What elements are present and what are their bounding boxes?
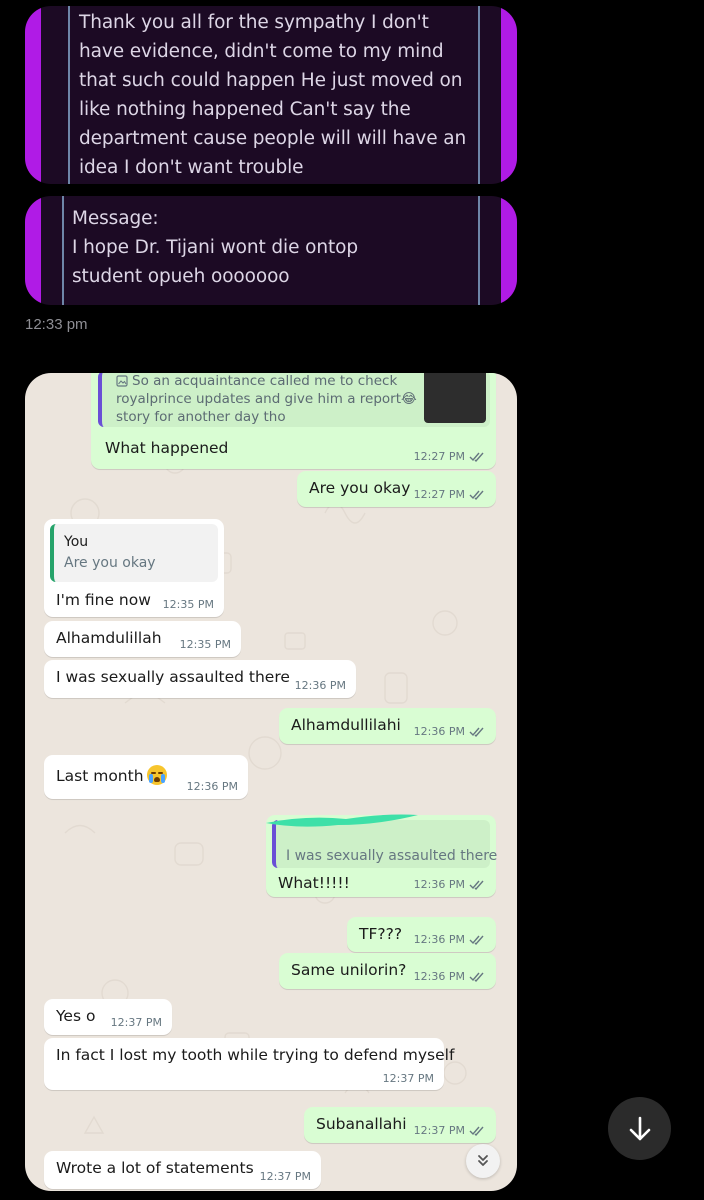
card-divider-left: [62, 196, 64, 305]
quoted-line-1: So an acquaintance called me to check: [132, 373, 398, 389]
message-bubble-out[interactable]: Same unilorin? 12:36 PM: [279, 953, 496, 989]
quoted-line-3: story for another day tho: [116, 409, 286, 425]
quoted-message[interactable]: I was sexually assaulted there: [266, 814, 497, 868]
quoted-author: You: [64, 534, 89, 550]
message-meta: 12:27 PM: [414, 488, 486, 501]
message-bubble-out[interactable]: I was sexually assaulted there What!!!!!…: [266, 814, 497, 897]
message-meta: 12:36 PM: [414, 970, 486, 983]
message-text: What happened: [105, 439, 229, 457]
message-card-1: Thank you all for the sympathy I don't h…: [25, 6, 517, 184]
message-text: Alhamdullilahi: [291, 716, 401, 734]
card-edge-left: [25, 196, 41, 305]
quoted-message[interactable]: You Are you okay: [50, 524, 218, 582]
double-check-icon: [469, 935, 484, 945]
double-check-icon: [469, 880, 484, 890]
message-meta: 12:36 PM: [414, 933, 486, 946]
message-text: Alhamdulillah: [56, 629, 162, 647]
message-bubble-in[interactable]: In fact I lost my tooth while trying to …: [44, 1038, 454, 1090]
message-time: 12:27 PM: [413, 450, 465, 463]
message-time: 12:36 PM: [413, 725, 465, 738]
message-time: 12:36 PM: [413, 933, 465, 946]
double-check-icon: [469, 972, 484, 982]
message-bubble-out[interactable]: TF??? 12:36 PM: [347, 917, 496, 952]
message-time: 12:36 PM: [413, 878, 465, 891]
message-time: 12:35 PM: [179, 638, 231, 651]
double-check-icon: [469, 1126, 484, 1136]
card-2-body: Message: I hope Dr. Tijani wont die onto…: [72, 204, 472, 291]
message-text: Subanallahi: [316, 1115, 407, 1133]
message-time: 12:36 PM: [186, 780, 238, 793]
card-divider-right: [478, 196, 480, 305]
chat-screenshot: So an acquaintance called me to check ro…: [25, 373, 517, 1191]
message-bubble-out[interactable]: Alhamdullilahi 12:36 PM: [279, 708, 496, 744]
message-bubble-in[interactable]: Last month 12:36 PM: [44, 755, 248, 799]
double-check-icon: [469, 727, 484, 737]
message-time: 12:35 PM: [162, 598, 214, 611]
card-edge-right: [501, 6, 517, 184]
card-divider-left: [68, 6, 70, 184]
quoted-text: I was sexually assaulted there: [286, 848, 498, 864]
message-time: 12:37 PM: [382, 1072, 434, 1085]
message-time: 12:27 PM: [413, 488, 465, 501]
card-2-text: I hope Dr. Tijani wont die ontop student…: [72, 237, 359, 287]
quoted-message[interactable]: So an acquaintance called me to check ro…: [98, 373, 490, 427]
image-icon: [116, 375, 128, 387]
message-bubble-in[interactable]: Yes o 12:37 PM: [44, 999, 172, 1035]
message-time: 12:37 PM: [413, 1124, 465, 1137]
message-bubble-in[interactable]: You Are you okay I'm fine now 12:35 PM: [44, 519, 224, 617]
card-edge-left: [25, 6, 41, 184]
message-bubble-in[interactable]: I was sexually assaulted there 12:36 PM: [44, 660, 356, 698]
quoted-line-2: royalprince updates and give him a repor…: [116, 391, 417, 407]
card-2-label: Message:: [72, 208, 159, 229]
message-text: Last month: [56, 765, 167, 785]
message-text: I'm fine now: [56, 591, 151, 609]
crying-face-icon: [146, 765, 167, 785]
message-text: Are you okay: [309, 479, 411, 497]
message-meta: 12:36 PM: [414, 725, 486, 738]
chat-scroll-down-button[interactable]: [466, 1144, 500, 1178]
message-text: I was sexually assaulted there: [56, 668, 290, 686]
post-timestamp: 12:33 pm: [25, 316, 88, 333]
message-time: 12:37 PM: [110, 1016, 162, 1029]
message-meta: 12:37 PM: [414, 1124, 486, 1137]
message-text: Yes o: [56, 1007, 96, 1025]
message-text: In fact I lost my tooth while trying to …: [56, 1046, 455, 1064]
redaction-scribble: [266, 814, 418, 827]
card-1-text: Thank you all for the sympathy I don't h…: [79, 12, 467, 178]
card-edge-right: [501, 196, 517, 305]
double-chevron-down-icon: [478, 1155, 488, 1166]
quoted-image-thumbnail: [424, 373, 486, 423]
message-text: TF???: [359, 925, 403, 943]
scroll-down-button[interactable]: [608, 1097, 671, 1160]
arrow-down-icon: [629, 1116, 650, 1140]
message-meta: 12:27 PM: [414, 450, 486, 463]
card-divider-right: [478, 6, 480, 184]
message-bubble-out[interactable]: Subanallahi 12:37 PM: [304, 1107, 496, 1143]
message-bubble-in[interactable]: Alhamdulillah 12:35 PM: [44, 621, 241, 657]
message-text: Wrote a lot of statements: [56, 1159, 254, 1177]
message-time: 12:36 PM: [413, 970, 465, 983]
message-time: 12:36 PM: [294, 679, 346, 692]
message-meta: 12:36 PM: [414, 878, 486, 891]
double-check-icon: [469, 490, 484, 500]
message-bubble-out[interactable]: So an acquaintance called me to check ro…: [91, 373, 496, 469]
message-bubble-in[interactable]: Wrote a lot of statements 12:37 PM: [44, 1151, 321, 1189]
message-text: What!!!!!: [278, 874, 350, 892]
message-card-2: Message: I hope Dr. Tijani wont die onto…: [25, 196, 517, 305]
message-time: 12:37 PM: [259, 1170, 311, 1183]
message-text: Same unilorin?: [291, 961, 407, 979]
message-text-content: Last month: [56, 767, 144, 785]
quoted-text: Are you okay: [64, 555, 156, 571]
double-check-icon: [469, 452, 484, 462]
message-bubble-out[interactable]: Are you okay 12:27 PM: [297, 471, 496, 507]
